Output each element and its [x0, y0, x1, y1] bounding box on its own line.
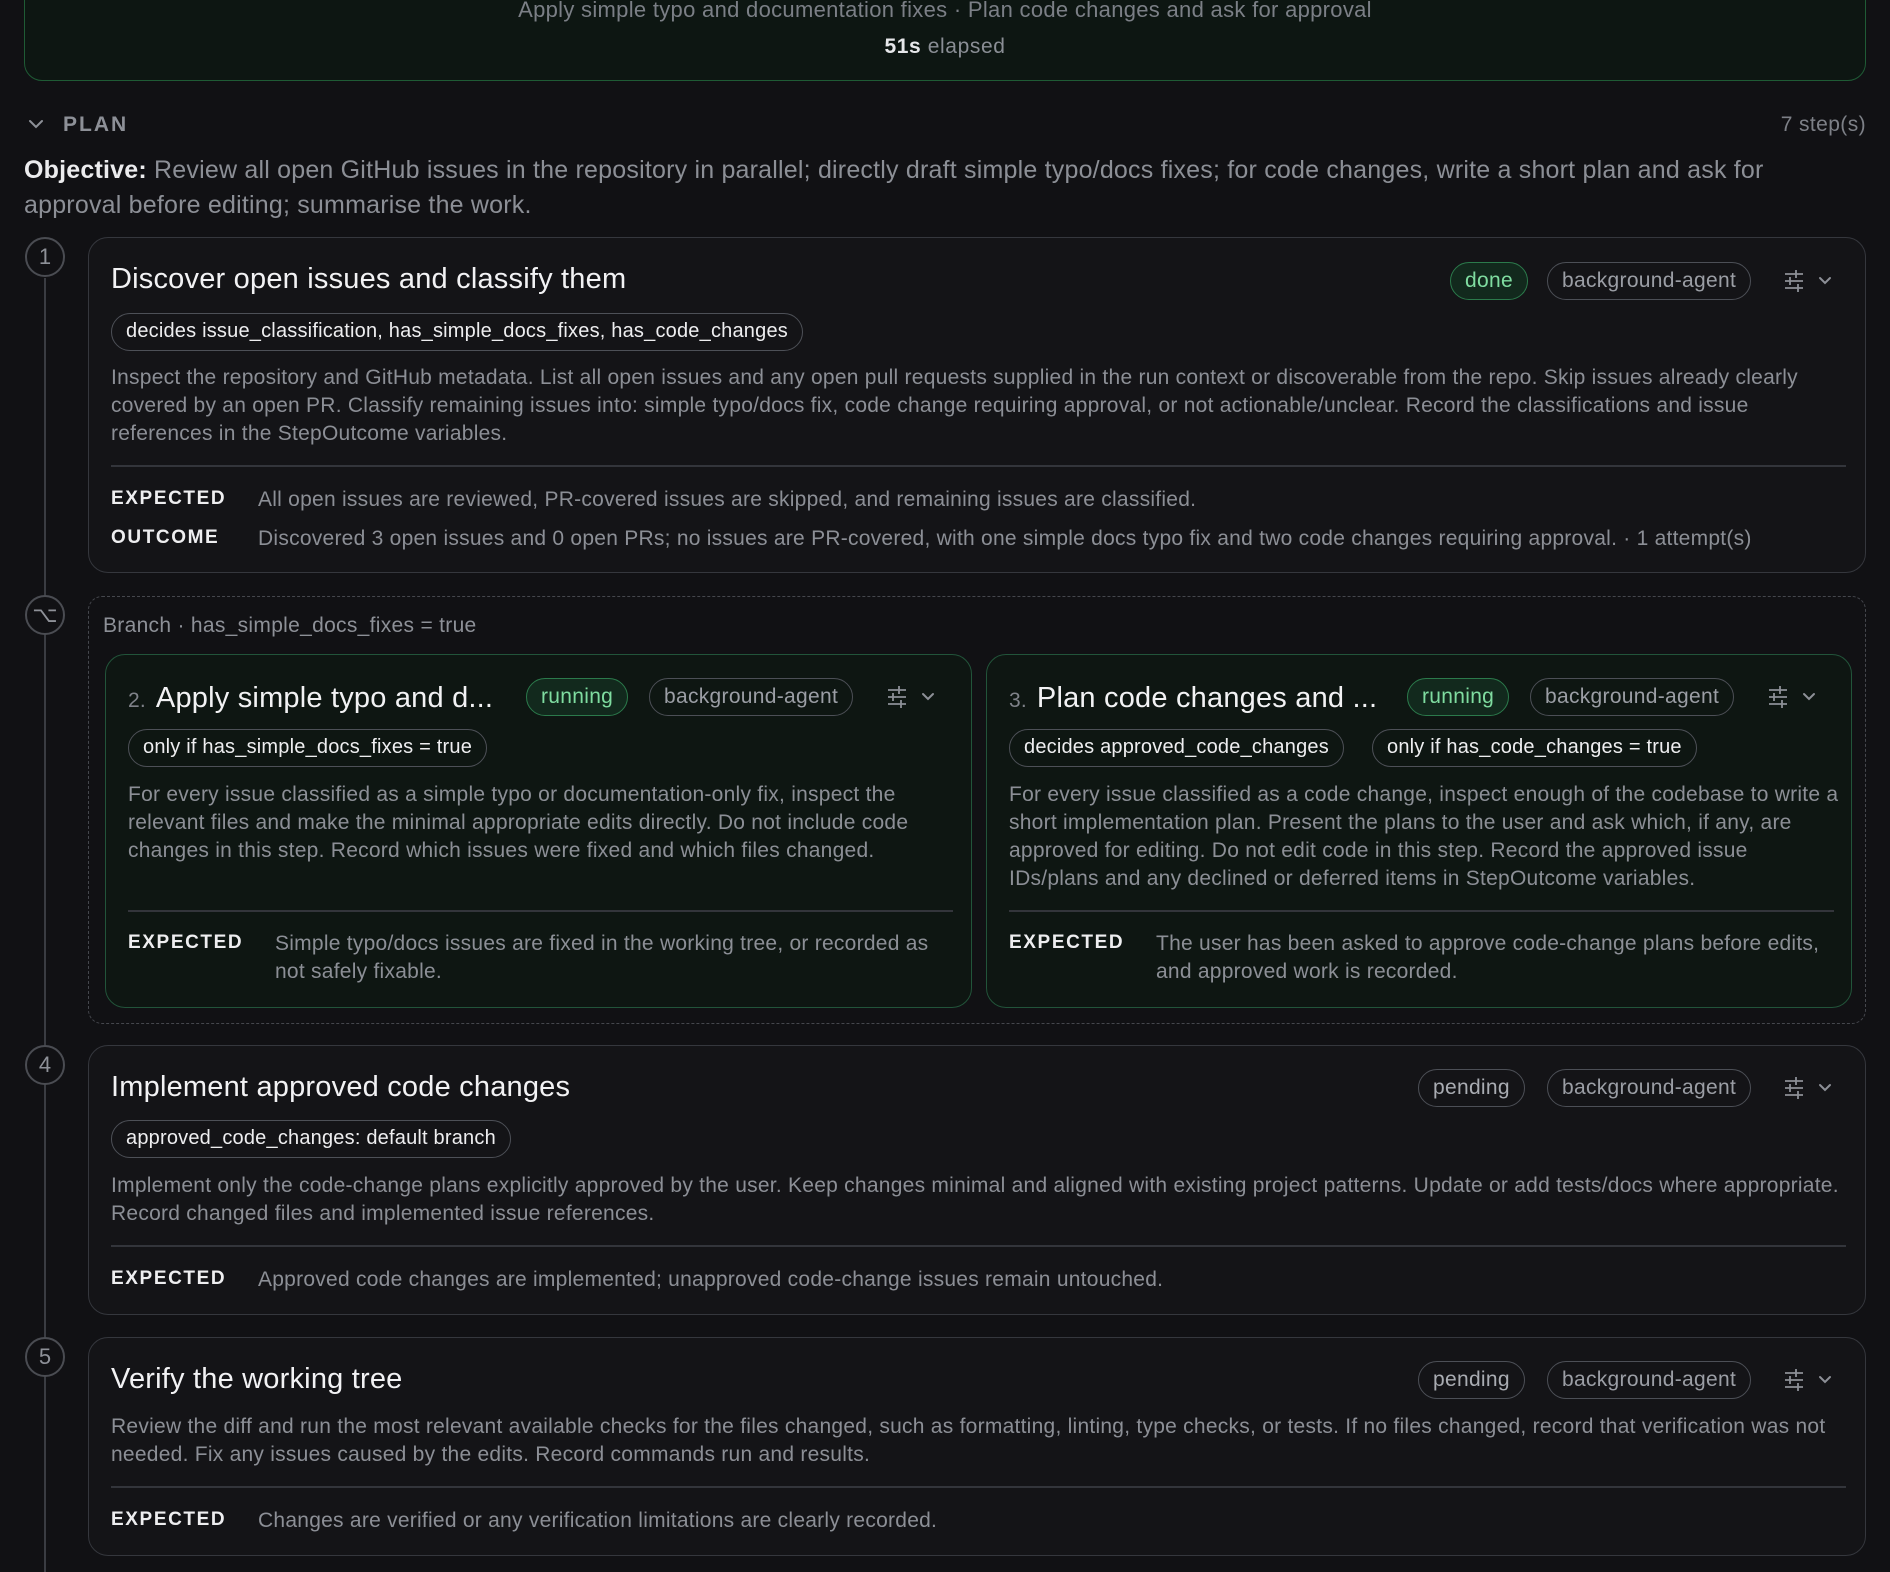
timeline-rail: [44, 278, 46, 1572]
step-description: For every issue classified as a code cha…: [1009, 783, 1839, 890]
agent-badge: background-agent: [1530, 678, 1735, 716]
step-title: 2. Apply simple typo and d...: [128, 682, 493, 715]
sliders-icon: [1785, 1369, 1803, 1391]
outcome-value: Discovered 3 open issues and 0 open PRs;…: [258, 527, 1752, 550]
step-title: Discover open issues and classify them: [111, 263, 627, 295]
branch-group: Branch · has_simple_docs_fixes = true 2.…: [88, 596, 1866, 1024]
chevron-down-icon: [1819, 1084, 1831, 1092]
expected-label: EXPECTED: [111, 488, 227, 509]
elapsed-value: 51s: [884, 35, 922, 58]
step-controls[interactable]: [1783, 1365, 1843, 1395]
agent-badge: background-agent: [1547, 262, 1752, 300]
objective-label: Objective:: [24, 156, 147, 184]
expected-label: EXPECTED: [111, 1268, 227, 1289]
elapsed-time: 51s elapsed: [25, 35, 1865, 59]
plan-label: PLAN: [63, 113, 129, 136]
run-banner: Apply simple typo and documentation fixe…: [24, 0, 1866, 81]
step-card[interactable]: Verify the working tree pending backgrou…: [88, 1337, 1866, 1556]
step-controls[interactable]: [1783, 266, 1843, 296]
step-description: Review the diff and run the most relevan…: [111, 1415, 1826, 1466]
status-badge: running: [1407, 678, 1510, 716]
step-card[interactable]: 3. Plan code changes and ... running back…: [986, 654, 1852, 1008]
condition-pill: only if has_simple_docs_fixes = true: [128, 729, 488, 767]
agent-badge: background-agent: [649, 678, 854, 716]
branch-pill: approved_code_changes: default branch: [111, 1120, 511, 1158]
decides-pill: decides approved_code_changes: [1009, 729, 1344, 767]
divider: [1009, 910, 1834, 912]
step-card[interactable]: Discover open issues and classify them d…: [88, 237, 1866, 573]
step-index: 2.: [128, 689, 146, 712]
divider: [111, 1486, 1846, 1488]
plan-view: Apply simple typo and documentation fixe…: [0, 0, 1890, 1572]
expected-label: EXPECTED: [1009, 932, 1125, 953]
divider: [111, 465, 1846, 467]
step-description: For every issue classified as a simple t…: [128, 783, 909, 862]
step-index: 3.: [1009, 689, 1027, 712]
divider: [128, 910, 953, 912]
chevron-down-icon[interactable]: [26, 114, 46, 134]
divider: [111, 1245, 1846, 1247]
condition-pill: only if has_code_changes = true: [1372, 729, 1697, 767]
step-description: Implement only the code-change plans exp…: [111, 1174, 1839, 1225]
expected-value: Approved code changes are implemented; u…: [258, 1268, 1164, 1291]
step-controls[interactable]: [1783, 1073, 1843, 1103]
step-number: 1: [25, 237, 65, 277]
status-badge: running: [526, 678, 629, 716]
expected-value: Simple typo/docs issues are fixed in the…: [275, 932, 929, 983]
status-badge: done: [1450, 262, 1528, 300]
step-title-text: Plan code changes and ...: [1036, 682, 1378, 714]
outcome-label: OUTCOME: [111, 527, 220, 548]
expected-label: EXPECTED: [111, 1509, 227, 1530]
plan-header[interactable]: PLAN 7 step(s): [24, 110, 1866, 140]
objective-text: Review all open GitHub issues in the rep…: [24, 156, 1764, 219]
step-card[interactable]: Implement approved code changes pending …: [88, 1045, 1866, 1315]
sliders-icon: [888, 686, 906, 708]
step-number: 4: [25, 1045, 65, 1085]
chevron-down-icon: [1819, 1376, 1831, 1384]
step-title: 3. Plan code changes and ...: [1009, 682, 1377, 715]
agent-badge: background-agent: [1547, 1069, 1752, 1107]
step-title-text: Apply simple typo and d...: [155, 682, 494, 714]
chevron-down-icon: [1803, 693, 1815, 701]
sliders-icon: [1769, 686, 1787, 708]
step-number: 5: [25, 1337, 65, 1377]
plan-objective: Objective: Review all open GitHub issues…: [24, 153, 1844, 223]
step-title: Verify the working tree: [111, 1363, 403, 1395]
step-title: Implement approved code changes: [111, 1071, 571, 1103]
status-badge: pending: [1418, 1069, 1525, 1107]
banner-subtitle: Apply simple typo and documentation fixe…: [518, 0, 1372, 22]
expected-value: All open issues are reviewed, PR-covered…: [258, 488, 1197, 511]
expected-value: The user has been asked to approve code-…: [1156, 932, 1820, 983]
step-description: Inspect the repository and GitHub metada…: [111, 366, 1798, 445]
status-badge: pending: [1418, 1361, 1525, 1399]
decides-pill: decides issue_classification, has_simple…: [111, 313, 803, 351]
step-count: 7 step(s): [1780, 113, 1866, 136]
sliders-icon: [1785, 270, 1803, 292]
branch-icon: ⌥: [25, 595, 65, 635]
elapsed-label: elapsed: [927, 35, 1006, 58]
branch-label: Branch · has_simple_docs_fixes = true: [103, 614, 477, 637]
expected-value: Changes are verified or any verification…: [258, 1509, 938, 1532]
step-card[interactable]: 2. Apply simple typo and d... running bac…: [105, 654, 972, 1008]
step-controls[interactable]: [1767, 682, 1827, 712]
sliders-icon: [1785, 1077, 1803, 1099]
agent-badge: background-agent: [1547, 1361, 1752, 1399]
step-controls[interactable]: [886, 682, 946, 712]
chevron-down-icon: [922, 693, 934, 701]
chevron-down-icon: [1819, 277, 1831, 285]
expected-label: EXPECTED: [128, 932, 244, 953]
